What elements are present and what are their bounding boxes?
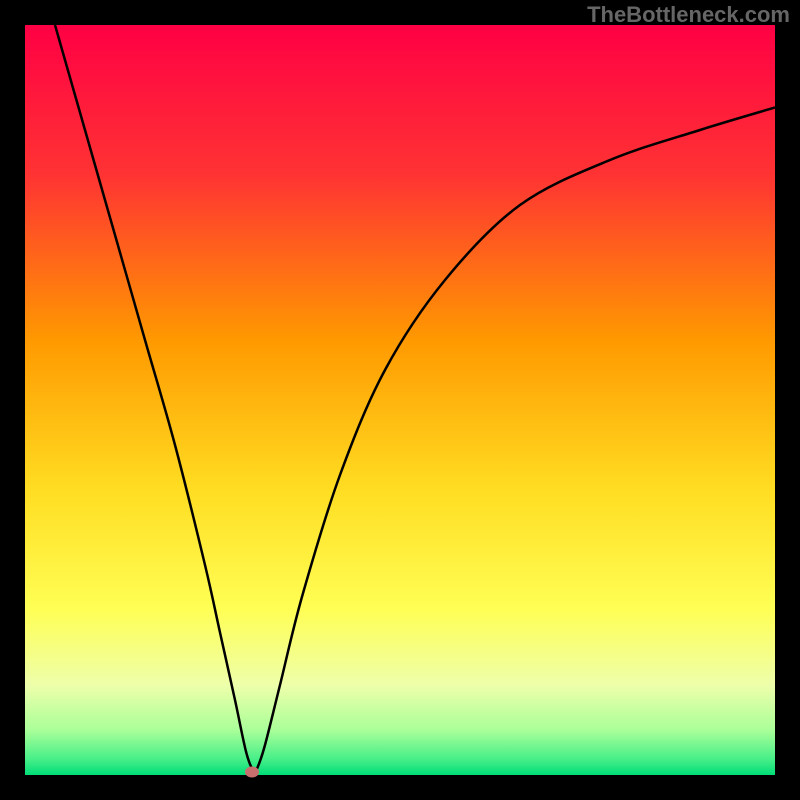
watermark-text: TheBottleneck.com [587,2,790,28]
optimal-point-marker [245,767,259,778]
bottleneck-curve [25,25,775,775]
plot-area [25,25,775,775]
